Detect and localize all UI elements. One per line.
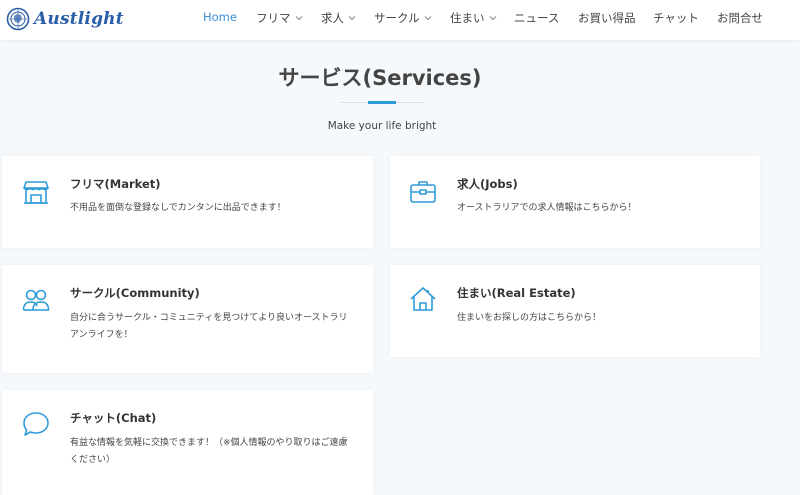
card-title: フリマ(Market) — [70, 177, 161, 191]
service-card-real-estate[interactable]: 住まい(Real Estate) 住まいをお探しの方はこちらから！ — [390, 265, 760, 357]
globe-logo-icon — [6, 7, 30, 31]
chevron-down-icon — [424, 16, 432, 21]
card-description: 有益な情報を気軽に交換できます！（※個人情報のやり取りはご遠慮ください） — [70, 438, 348, 465]
nav-item-label: フリマ — [256, 11, 291, 25]
nav-item-label: サークル — [374, 11, 420, 25]
card-title: チャット(Chat) — [70, 411, 157, 425]
service-card-jobs[interactable]: 求人(Jobs) オーストラリアでの求人情報はこちらから！ — [390, 156, 760, 248]
chevron-down-icon — [489, 16, 496, 21]
title-divider-accent — [368, 101, 396, 104]
card-title: 住まい(Real Estate) — [457, 286, 576, 300]
section-title: サービス(Services) — [278, 66, 482, 90]
nav-item-deals[interactable]: お買い得品 — [578, 10, 636, 26]
nav-item-housing[interactable]: 住まい — [450, 10, 497, 26]
nav-item-news[interactable]: ニュース — [514, 10, 559, 26]
card-description: 住まいをお探しの方はこちらから！ — [457, 313, 602, 323]
nav-item-market[interactable]: フリマ — [256, 10, 303, 26]
service-card-market[interactable]: フリマ(Market) 不用品を面倒な登録なしでカンタンに出品できます！ — [2, 156, 373, 248]
chevron-down-icon — [348, 16, 356, 21]
card-description: 不用品を面倒な登録なしでカンタンに出品できます！ — [70, 203, 286, 213]
service-card-chat[interactable]: チャット(Chat) 有益な情報を気軽に交換できます！（※個人情報のやり取りはご… — [2, 390, 373, 495]
nav-item-label: Home — [203, 10, 237, 24]
site-header: Austlight Home フリマ 求人 サークル 住まい ニュース お買い得… — [0, 0, 800, 40]
nav-item-home[interactable]: Home — [203, 10, 237, 24]
card-description: 自分に合うサークル・コミュニティを見つけてより良いオーストラリアンライフを！ — [70, 313, 348, 340]
card-title: サークル(Community) — [70, 286, 200, 300]
nav-item-jobs[interactable]: 求人 — [321, 10, 356, 26]
brand-name: Austlight — [34, 9, 124, 29]
nav-item-label: 求人 — [321, 11, 344, 25]
briefcase-icon — [410, 181, 436, 203]
service-card-community[interactable]: サークル(Community) 自分に合うサークル・コミュニティを見つけてより良… — [2, 265, 373, 373]
users-icon — [22, 289, 50, 311]
chat-icon — [23, 412, 49, 436]
nav-item-label: 住まい — [450, 11, 485, 25]
chevron-down-icon — [295, 16, 302, 21]
section-subtitle: Make your life bright — [327, 120, 437, 132]
card-description: オーストラリアでの求人情報はこちらから！ — [457, 203, 637, 213]
brand-logo[interactable]: Austlight — [6, 6, 124, 32]
nav-item-contact[interactable]: お問合せ — [717, 10, 763, 26]
nav-item-chat[interactable]: チャット — [653, 10, 699, 26]
nav-item-label: ニュース — [514, 11, 560, 25]
nav-item-label: お買い得品 — [578, 11, 636, 25]
home-icon — [410, 287, 436, 311]
nav-item-label: チャット — [653, 11, 699, 25]
nav-item-circle[interactable]: サークル — [374, 10, 432, 26]
card-title: 求人(Jobs) — [457, 177, 518, 191]
nav-item-label: お問合せ — [717, 11, 763, 25]
store-icon — [23, 181, 49, 204]
